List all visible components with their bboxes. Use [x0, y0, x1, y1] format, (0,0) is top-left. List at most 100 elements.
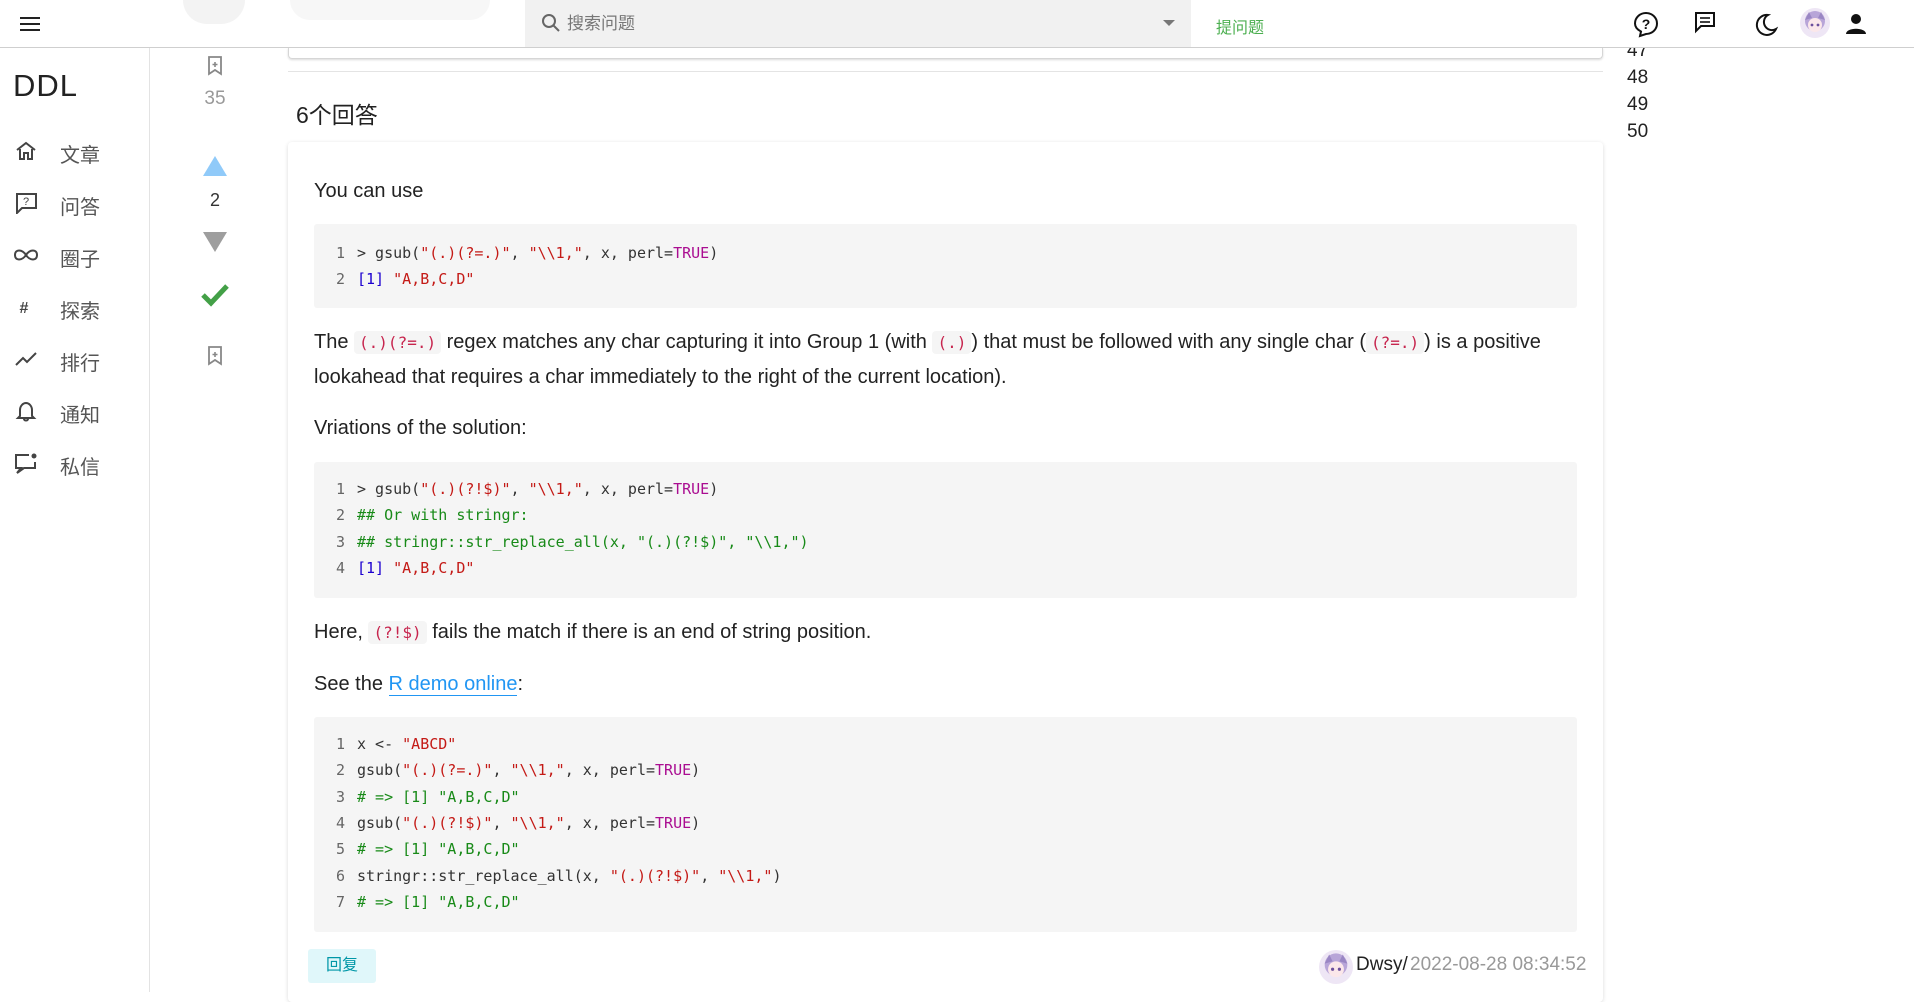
sidebar-item-articles[interactable]: 文章 — [0, 131, 150, 171]
code-text: [1] "A,B,C,D" — [357, 558, 475, 577]
code-text: [1] "A,B,C,D" — [357, 270, 475, 289]
user-avatar[interactable] — [1800, 8, 1830, 38]
code-line: 2 gsub("(.)(?=.)", "\\1,", x, perl=TRUE) — [314, 757, 1577, 783]
author-name[interactable]: Dwsy/ — [1356, 954, 1408, 976]
line-number: 3 — [335, 532, 345, 551]
brand-logo[interactable]: DDL — [13, 68, 78, 104]
background-shape — [183, 0, 245, 24]
message-icon — [15, 453, 37, 474]
line-number: 1 — [335, 480, 345, 498]
sidebar-item-label: 探索 — [60, 301, 100, 323]
account-icon[interactable] — [1842, 10, 1870, 38]
sidebar-item-messages[interactable]: 私信 — [0, 443, 150, 483]
answer-paragraph: See the R demo online: — [314, 673, 524, 696]
menu-icon[interactable] — [20, 13, 42, 35]
line-number: 4 — [335, 558, 345, 577]
chevron-down-icon[interactable] — [1163, 20, 1175, 26]
code-text: # => [1] "A,B,C,D" — [357, 892, 520, 911]
sidebar-item-explore[interactable]: # 探索 — [0, 287, 150, 327]
line-number: 2 — [335, 761, 345, 780]
top-app-bar: 提问题 ? — [0, 0, 1914, 48]
sidebar-item-qa[interactable]: ? 问答 — [0, 183, 150, 223]
hash-icon: # — [20, 300, 29, 317]
line-number: 3 — [335, 787, 345, 806]
sidebar-item-label: 问答 — [60, 197, 100, 219]
code-block: 1 > gsub("(.)(?=.)", "\\1,", x, perl=TRUE… — [314, 224, 1577, 308]
demo-link[interactable]: R demo online — [388, 673, 518, 696]
code-text: # => [1] "A,B,C,D" — [357, 787, 520, 806]
code-block: 1 x <- "ABCD" 2 gsub("(.)(?=.)", "\\1,", x,… — [314, 717, 1577, 932]
inline-code: (?!$) — [368, 621, 427, 644]
answer-paragraph: Here, (?!$) fails the match if there is … — [314, 621, 872, 644]
sidebar-item-circles[interactable]: 圈子 — [0, 235, 150, 275]
code-text: > gsub("(.)(?=.)", "\\1,", x, perl=TRUE) — [357, 244, 719, 262]
line-number: 2 — [335, 506, 345, 525]
author-avatar[interactable] — [1319, 950, 1353, 984]
code-line: 6 stringr::str_replace_all(x, "(.)(?!$)",… — [314, 863, 1577, 889]
bookmark-icon[interactable] — [207, 56, 223, 76]
sidebar-item-label: 文章 — [60, 145, 100, 167]
toc-number: 48 — [1627, 67, 1649, 88]
code-text: ## Or with stringr: — [357, 506, 529, 525]
svg-text:?: ? — [1642, 16, 1651, 32]
svg-text:?: ? — [23, 196, 29, 208]
downvote-icon[interactable] — [202, 231, 228, 253]
divider — [288, 71, 1603, 72]
vote-column: 35 2 — [150, 48, 280, 992]
sidebar-item-label: 圈子 — [60, 249, 100, 271]
svg-text:#: # — [20, 300, 29, 317]
code-line: 4 gsub("(.)(?!$)", "\\1,", x, perl=TRUE) — [314, 810, 1577, 836]
reply-button[interactable]: 回复 — [308, 949, 376, 983]
line-number: 4 — [335, 813, 345, 832]
bookmark-icon[interactable] — [207, 346, 223, 366]
upvote-icon[interactable] — [202, 155, 228, 177]
home-icon — [16, 141, 36, 160]
trending-icon — [15, 352, 37, 366]
line-number: 6 — [335, 866, 345, 885]
answer-paragraph: The (.)(?=.) regex matches any char capt… — [314, 331, 1541, 388]
code-line: 2 [1] "A,B,C,D" — [314, 266, 1577, 292]
help-icon[interactable]: ? — [1632, 10, 1660, 38]
question-chat-icon: ? — [16, 193, 37, 214]
code-line: 7 # => [1] "A,B,C,D" — [314, 889, 1577, 915]
sidebar-item-label: 排行 — [60, 353, 100, 375]
search-bar[interactable] — [525, 0, 1191, 47]
chat-icon[interactable] — [1692, 9, 1720, 37]
infinity-icon — [13, 249, 39, 261]
ask-question-button[interactable]: 提问题 — [1216, 14, 1264, 38]
accepted-check-icon — [201, 284, 229, 307]
answer-timestamp: 2022-08-28 08:34:52 — [1410, 954, 1587, 975]
line-number: 1 — [335, 735, 345, 753]
vote-count: 2 — [209, 190, 220, 210]
search-icon — [542, 14, 560, 32]
background-shape — [290, 0, 490, 20]
sidebar-item-label: 通知 — [60, 405, 100, 427]
line-number: 2 — [335, 270, 345, 289]
inline-code: (?=.) — [1366, 331, 1425, 354]
code-text: # => [1] "A,B,C,D" — [357, 840, 520, 859]
answer-paragraph: You can use — [314, 180, 424, 202]
code-line: 1 > gsub("(.)(?!$)", "\\1,", x, perl=TRUE… — [314, 476, 1577, 502]
answer-paragraph: Vriations of the solution: — [314, 417, 527, 439]
code-line: 5 # => [1] "A,B,C,D" — [314, 836, 1577, 862]
code-text: gsub("(.)(?=.)", "\\1,", x, perl=TRUE) — [357, 761, 701, 780]
bell-icon — [15, 401, 37, 422]
code-line: 3 ## stringr::str_replace_all(x, "(.)(?!$… — [314, 529, 1577, 555]
previous-card-edge — [288, 48, 1603, 59]
toc-number: 50 — [1627, 121, 1649, 142]
code-block: 1 > gsub("(.)(?!$)", "\\1,", x, perl=TRUE… — [314, 462, 1577, 598]
search-input[interactable] — [567, 9, 1127, 39]
code-line: 1 > gsub("(.)(?=.)", "\\1,", x, perl=TRUE… — [314, 240, 1577, 266]
line-number: 7 — [335, 892, 345, 911]
dark-mode-icon[interactable] — [1752, 11, 1780, 39]
sidebar-item-label: 私信 — [60, 457, 100, 479]
line-number: 1 — [335, 244, 345, 262]
code-text: stringr::str_replace_all(x, "(.)(?!$)", … — [357, 866, 782, 885]
code-text: ## stringr::str_replace_all(x, "(.)(?!$)… — [357, 532, 809, 551]
sidebar-item-notifications[interactable]: 通知 — [0, 391, 150, 431]
sidebar-item-ranking[interactable]: 排行 — [0, 339, 150, 379]
code-line: 2 ## Or with stringr: — [314, 502, 1577, 528]
code-text: gsub("(.)(?!$)", "\\1,", x, perl=TRUE) — [357, 813, 701, 832]
answers-heading: 6个回答 — [296, 102, 378, 128]
line-number: 5 — [335, 840, 345, 859]
